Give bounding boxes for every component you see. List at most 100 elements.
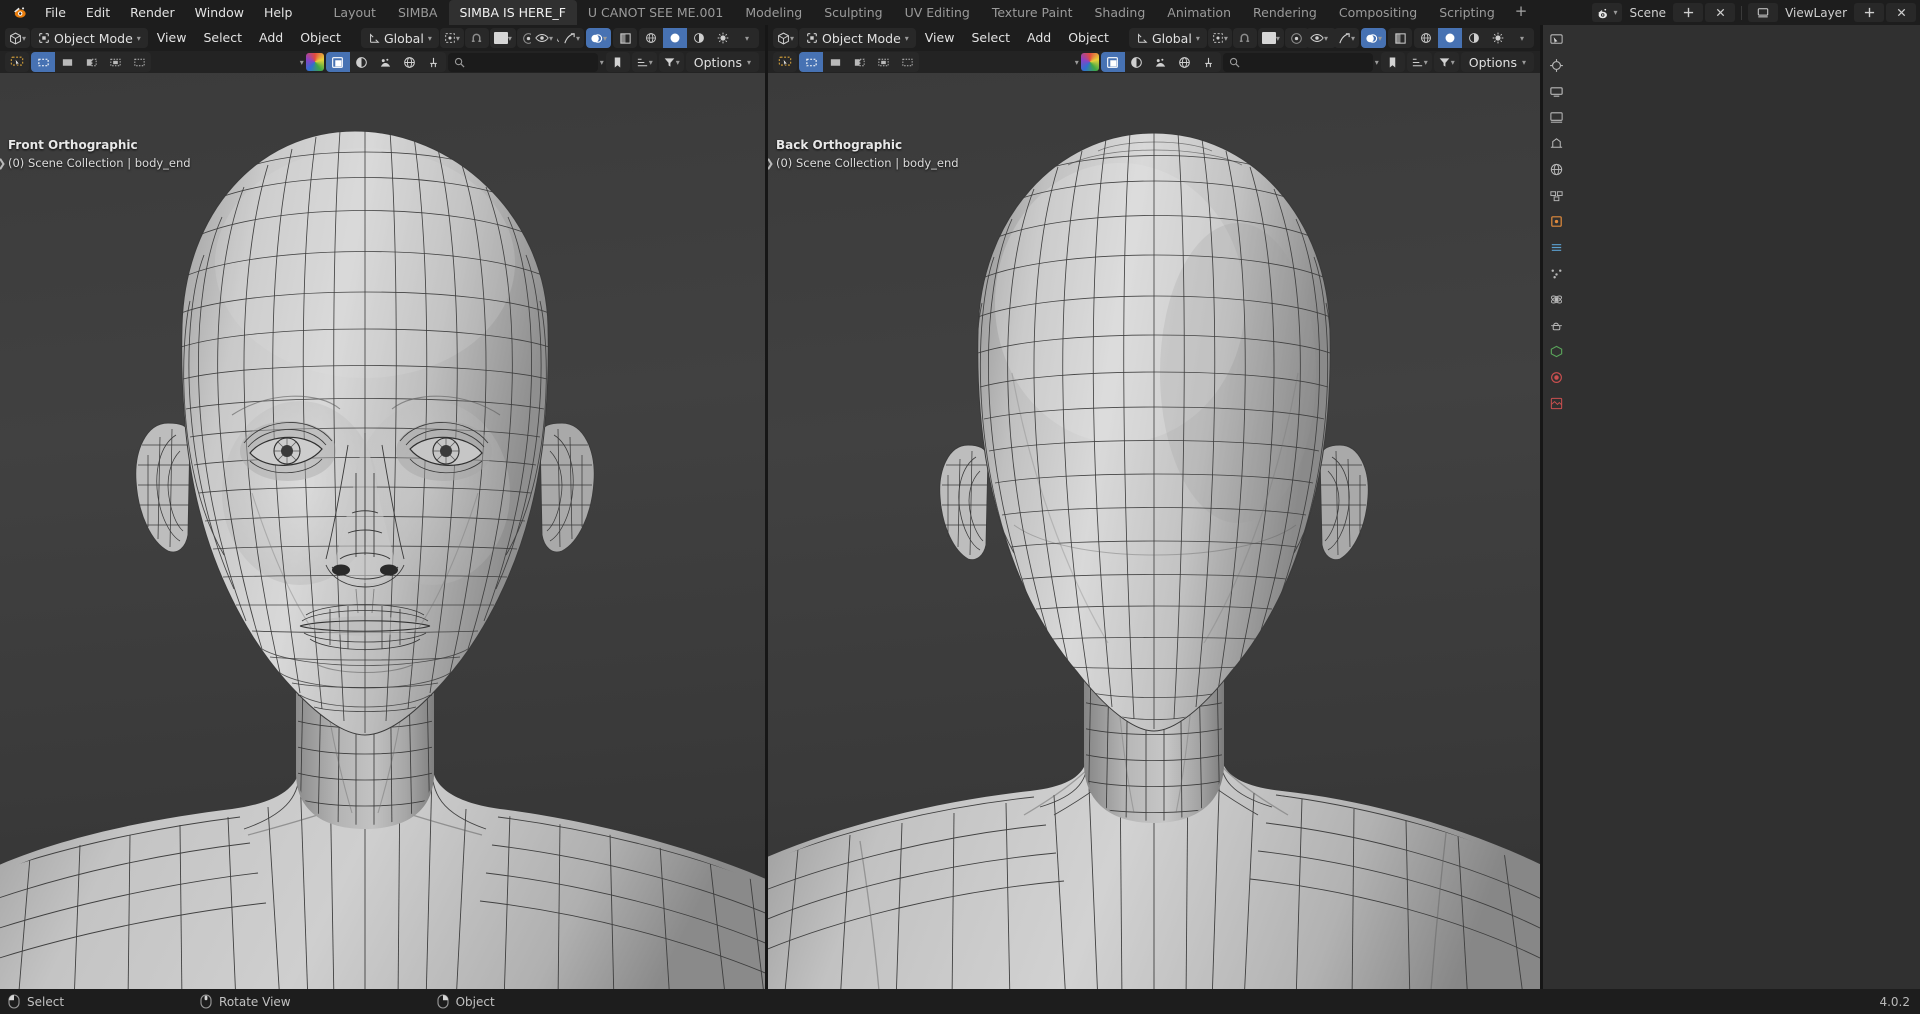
workspace-tab-modeling[interactable]: Modeling bbox=[734, 0, 813, 25]
world-tab-icon[interactable] bbox=[1546, 159, 1566, 179]
shading-wireframe-button[interactable] bbox=[639, 28, 663, 48]
shading-material-preview-button[interactable] bbox=[687, 28, 711, 48]
chevron-down-icon[interactable]: ▾ bbox=[1075, 58, 1079, 67]
shading-solid-button[interactable] bbox=[663, 28, 687, 48]
workspace-tab-uv-editing[interactable]: UV Editing bbox=[894, 0, 981, 25]
viewlayer-name-field[interactable]: ViewLayer bbox=[1780, 3, 1852, 22]
gizmo-button-left[interactable]: ▾ bbox=[558, 28, 584, 48]
workspace-tab-texture-paint[interactable]: Texture Paint bbox=[981, 0, 1084, 25]
workspace-tab-scripting[interactable]: Scripting bbox=[1428, 0, 1506, 25]
shading-rendered-button[interactable] bbox=[711, 28, 735, 48]
menu-help[interactable]: Help bbox=[254, 0, 303, 25]
overlays-button-right[interactable]: ▾ bbox=[1360, 28, 1386, 48]
mode-selector-right[interactable]: Object Mode ▾ bbox=[799, 28, 916, 48]
proportional-falloff-swatch-left[interactable]: ▾ bbox=[489, 28, 516, 48]
color-swatch-icon[interactable] bbox=[1080, 53, 1099, 71]
shading-options-dropdown[interactable]: ▾ bbox=[735, 28, 759, 48]
viewport-right-canvas[interactable]: ❯ Back Orthographic (0) Scene Collection… bbox=[768, 73, 1540, 989]
mode-selector-left[interactable]: Object Mode ▾ bbox=[31, 28, 148, 48]
snap-target-button-right[interactable]: ▾ bbox=[1207, 28, 1232, 48]
data-tab-icon[interactable] bbox=[1546, 341, 1566, 361]
overlays-button-left[interactable]: ▾ bbox=[585, 28, 611, 48]
output-tab-icon[interactable] bbox=[1546, 81, 1566, 101]
shading-options-dropdown[interactable]: ▾ bbox=[1510, 28, 1534, 48]
viewport-left-canvas[interactable]: ❯ Front Orthographic (0) Scene Collectio… bbox=[0, 73, 765, 989]
object-types-icon[interactable] bbox=[1100, 52, 1125, 72]
menu-window[interactable]: Window bbox=[185, 0, 254, 25]
collection-tab-icon[interactable] bbox=[1546, 185, 1566, 205]
constraints-tab-icon[interactable] bbox=[1546, 315, 1566, 335]
new-scene-button[interactable] bbox=[1673, 3, 1704, 22]
workspace-tab-sculpting[interactable]: Sculpting bbox=[813, 0, 893, 25]
sort-icon[interactable]: ▾ bbox=[631, 52, 657, 72]
blender-logo-icon[interactable] bbox=[5, 0, 35, 25]
scene-browse-icon[interactable]: ▾ bbox=[1592, 3, 1623, 22]
orientation-button[interactable]: Global ▾ bbox=[1129, 28, 1207, 48]
bookmark-icon[interactable] bbox=[1380, 52, 1405, 72]
tweak-tool-icon[interactable] bbox=[5, 52, 29, 72]
snap-target-button-left[interactable]: ▾ bbox=[439, 28, 464, 48]
viewport-right-menu-object[interactable]: Object bbox=[1060, 28, 1117, 48]
viewport-left-menu-object[interactable]: Object bbox=[292, 28, 349, 48]
texture-icon[interactable] bbox=[1149, 52, 1173, 72]
search-input[interactable] bbox=[447, 52, 598, 72]
filter-icon[interactable]: ▾ bbox=[658, 52, 684, 72]
select-lasso-icon[interactable] bbox=[847, 52, 871, 72]
bookmark-icon[interactable] bbox=[605, 52, 630, 72]
toolbar-expand-arrow-right[interactable]: ❯ bbox=[768, 157, 774, 170]
world-icon[interactable] bbox=[1173, 52, 1197, 72]
proportional-falloff-swatch-right[interactable]: ▾ bbox=[1257, 28, 1284, 48]
display-filter-group-left[interactable] bbox=[325, 52, 446, 72]
scene-name-field[interactable]: Scene bbox=[1624, 3, 1671, 22]
select-box-icon[interactable] bbox=[799, 52, 823, 72]
shading-mode-selector-right[interactable]: ▾ bbox=[1414, 28, 1534, 48]
viewport-left-options-button[interactable]: Options ▾ bbox=[685, 52, 759, 72]
visibility-button-right[interactable]: ▾ bbox=[1305, 28, 1332, 48]
menu-file[interactable]: File bbox=[35, 0, 76, 25]
select-extend-icon[interactable] bbox=[103, 52, 127, 72]
scene-tab-icon[interactable] bbox=[1546, 133, 1566, 153]
select-intersect-icon[interactable] bbox=[127, 52, 151, 72]
snap-magnet-button-right[interactable] bbox=[1232, 28, 1257, 48]
object-mode-button[interactable]: Object Mode ▾ bbox=[31, 28, 148, 48]
shading-rendered-button[interactable] bbox=[1486, 28, 1510, 48]
viewport-left-menu-select[interactable]: Select bbox=[195, 28, 250, 48]
select-circle-icon[interactable] bbox=[55, 52, 79, 72]
add-viewlayer-button[interactable] bbox=[1854, 3, 1884, 22]
wireframe-shade-icon[interactable] bbox=[350, 52, 374, 72]
workspace-tab-shading[interactable]: Shading bbox=[1083, 0, 1156, 25]
xray-button-left[interactable] bbox=[613, 28, 637, 48]
select-intersect-icon[interactable] bbox=[895, 52, 919, 72]
tool-tab-icon[interactable] bbox=[1546, 29, 1566, 49]
editor-type-3dviewport-icon[interactable]: ▾ bbox=[773, 28, 799, 48]
tweak-tool-icon[interactable] bbox=[773, 52, 797, 72]
object-mode-button[interactable]: Object Mode ▾ bbox=[799, 28, 916, 48]
xray-button-right[interactable] bbox=[1388, 28, 1412, 48]
object-tab-icon[interactable] bbox=[1546, 211, 1566, 231]
filter-icon[interactable]: ▾ bbox=[1433, 52, 1459, 72]
editor-type-3dviewport-icon[interactable]: ▾ bbox=[5, 28, 31, 48]
sort-icon[interactable]: ▾ bbox=[1406, 52, 1432, 72]
workspace-tab-simba-is-here-f[interactable]: SIMBA IS HERE_F bbox=[448, 0, 577, 25]
workspace-tab-simba[interactable]: SIMBA bbox=[387, 0, 449, 25]
select-mode-group-left[interactable] bbox=[31, 52, 151, 72]
snap-magnet-button-left[interactable] bbox=[464, 28, 489, 48]
unlink-scene-button[interactable] bbox=[1705, 3, 1736, 22]
remove-viewlayer-button[interactable] bbox=[1886, 3, 1916, 22]
tool-icon[interactable] bbox=[1197, 52, 1221, 72]
visibility-button-left[interactable]: ▾ bbox=[530, 28, 557, 48]
select-circle-icon[interactable] bbox=[823, 52, 847, 72]
viewport-right-menu-add[interactable]: Add bbox=[1019, 28, 1059, 48]
select-lasso-icon[interactable] bbox=[79, 52, 103, 72]
world-icon[interactable] bbox=[398, 52, 422, 72]
shading-mode-selector-left[interactable]: ▾ bbox=[639, 28, 759, 48]
chevron-down-icon[interactable]: ▾ bbox=[300, 58, 304, 67]
add-workspace-button[interactable]: + bbox=[1506, 0, 1537, 25]
physics-tab-icon[interactable] bbox=[1546, 289, 1566, 309]
modifier-tab-icon[interactable] bbox=[1546, 237, 1566, 257]
toolbar-expand-arrow-left[interactable]: ❯ bbox=[0, 157, 6, 170]
workspace-tab-u-canot-see-me[interactable]: U CANOT SEE ME.001 bbox=[577, 0, 734, 25]
workspace-tab-layout[interactable]: Layout bbox=[322, 0, 387, 25]
menu-edit[interactable]: Edit bbox=[76, 0, 120, 25]
gizmo-button-right[interactable]: ▾ bbox=[1333, 28, 1359, 48]
